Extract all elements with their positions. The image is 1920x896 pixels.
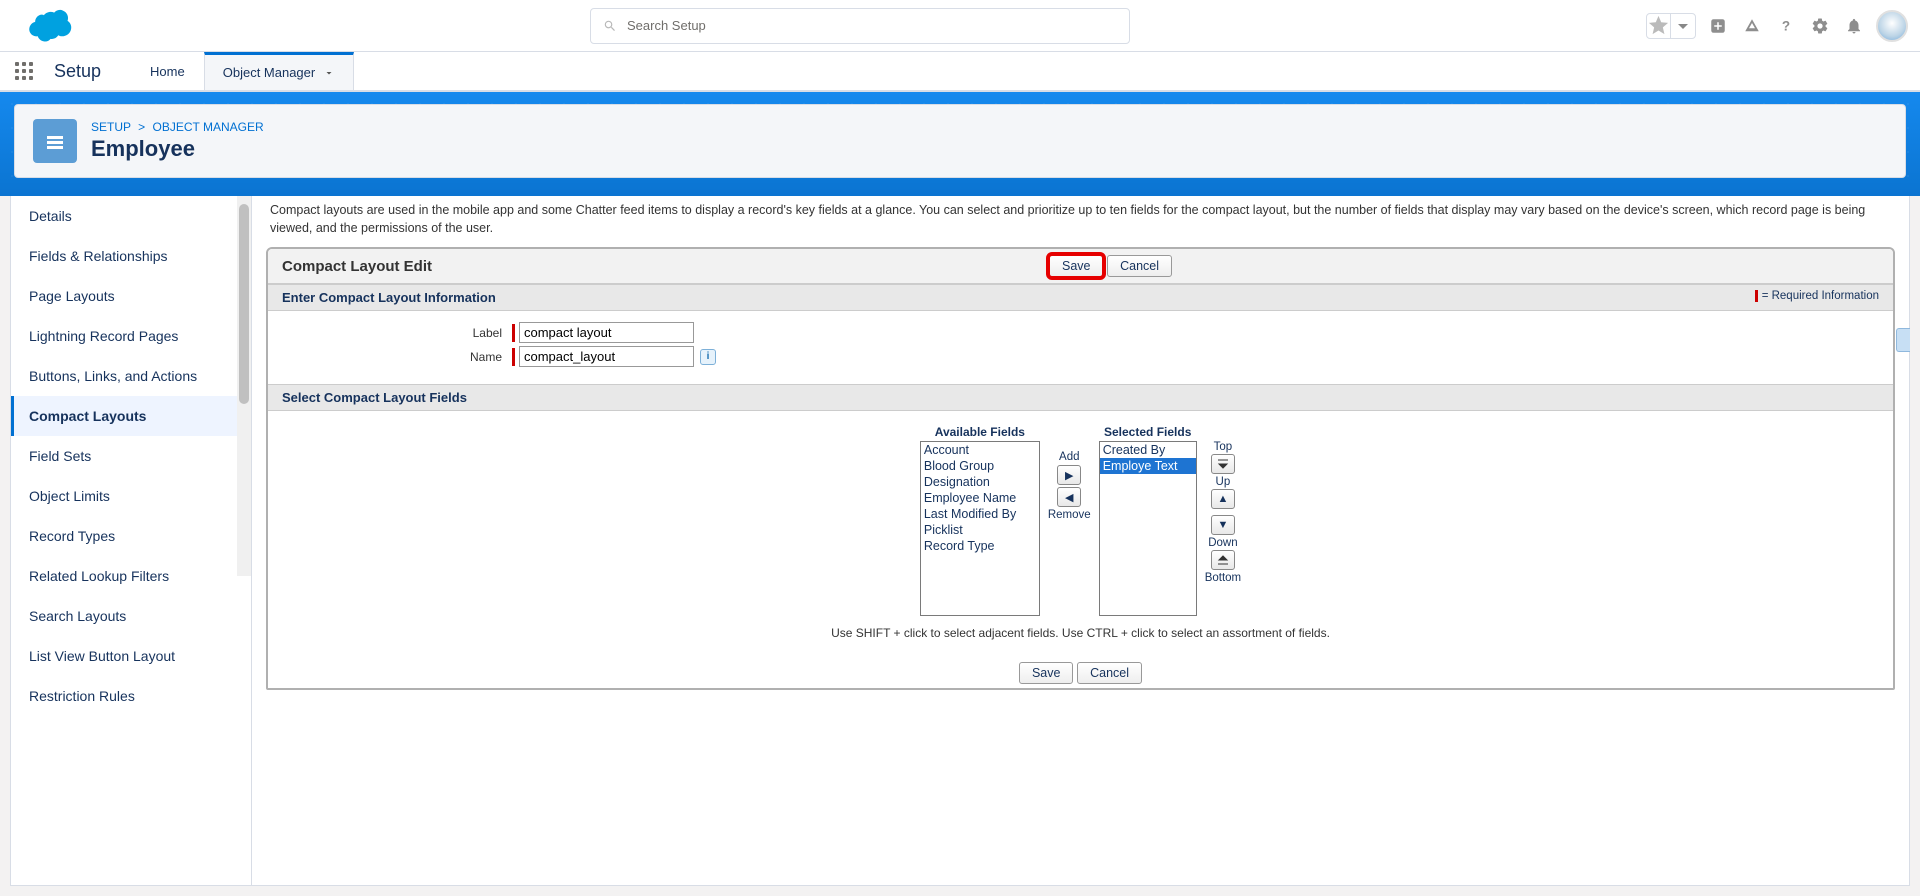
help-icon[interactable]: ? (1774, 14, 1798, 38)
add-button[interactable]: ▶ (1057, 465, 1081, 485)
save-button-bottom[interactable]: Save (1019, 662, 1074, 684)
nav-tab-object-manager[interactable]: Object Manager (204, 52, 355, 90)
section-info-header: Enter Compact Layout Information = Requi… (268, 284, 1893, 311)
cancel-button-bottom[interactable]: Cancel (1077, 662, 1142, 684)
required-indicator (512, 324, 515, 342)
top-button[interactable] (1211, 454, 1235, 474)
object-icon (33, 119, 77, 163)
sidebar-scrollbar[interactable] (237, 196, 251, 576)
label-input[interactable] (519, 322, 694, 343)
available-field[interactable]: Last Modified By (921, 506, 1039, 522)
available-field[interactable]: Account (921, 442, 1039, 458)
global-header: Search Setup ? (0, 0, 1920, 52)
selected-listbox[interactable]: Created ByEmploye Text (1099, 441, 1197, 616)
page-header-card: SETUP > OBJECT MANAGER Employee (14, 104, 1906, 178)
star-icon[interactable] (1647, 14, 1671, 38)
svg-text:?: ? (1782, 18, 1790, 33)
selected-label: Selected Fields (1104, 425, 1191, 439)
available-field[interactable]: Picklist (921, 522, 1039, 538)
bottom-buttons: Save Cancel (268, 654, 1893, 688)
info-icon[interactable]: i (700, 349, 716, 365)
down-label: Down (1208, 537, 1237, 549)
favorites-group[interactable] (1646, 13, 1696, 39)
bell-icon[interactable] (1842, 14, 1866, 38)
sidebar-item-fields[interactable]: Fields & Relationships (11, 236, 251, 276)
available-field[interactable]: Record Type (921, 538, 1039, 554)
chevron-down-icon[interactable] (1671, 14, 1695, 38)
sidebar-item-search-layouts[interactable]: Search Layouts (11, 596, 251, 636)
sidebar-item-record-types[interactable]: Record Types (11, 516, 251, 556)
gear-icon[interactable] (1808, 14, 1832, 38)
help-text: Compact layouts are used in the mobile a… (266, 200, 1895, 239)
add-label: Add (1059, 451, 1079, 463)
breadcrumb: SETUP > OBJECT MANAGER (91, 120, 264, 134)
sidebar-item-compact-layouts[interactable]: Compact Layouts (11, 396, 251, 436)
page-header-band: SETUP > OBJECT MANAGER Employee (0, 92, 1920, 196)
available-field[interactable]: Employee Name (921, 490, 1039, 506)
cancel-button-top[interactable]: Cancel (1107, 255, 1172, 277)
panel-header: Compact Layout Edit Save Cancel (268, 249, 1893, 284)
up-label: Up (1216, 476, 1231, 488)
sidebar-item-details[interactable]: Details (11, 196, 251, 236)
sidebar-item-lightning-pages[interactable]: Lightning Record Pages (11, 316, 251, 356)
label-label: Label (282, 326, 512, 340)
name-input[interactable] (519, 346, 694, 367)
compact-layout-panel: Compact Layout Edit Save Cancel Enter Co… (266, 247, 1895, 690)
fields-form: Available Fields AccountBlood GroupDesig… (268, 411, 1893, 654)
search-icon (603, 19, 617, 33)
sidebar: Details Fields & Relationships Page Layo… (10, 196, 252, 886)
sidebar-item-buttons[interactable]: Buttons, Links, and Actions (11, 356, 251, 396)
sidebar-item-list-view-button[interactable]: List View Button Layout (11, 636, 251, 676)
required-indicator (512, 348, 515, 366)
sidebar-item-page-layouts[interactable]: Page Layouts (11, 276, 251, 316)
sidebar-item-restriction-rules[interactable]: Restriction Rules (11, 676, 251, 716)
search-placeholder: Search Setup (627, 18, 706, 33)
sidebar-item-lookup-filters[interactable]: Related Lookup Filters (11, 556, 251, 596)
sidebar-item-object-limits[interactable]: Object Limits (11, 476, 251, 516)
salesforce-logo (22, 8, 74, 44)
trailhead-icon[interactable] (1740, 14, 1764, 38)
required-legend: = Required Information (1755, 290, 1879, 305)
global-search[interactable]: Search Setup (590, 8, 1130, 44)
down-button[interactable]: ▼ (1211, 515, 1235, 535)
sidebar-item-field-sets[interactable]: Field Sets (11, 436, 251, 476)
breadcrumb-object-manager[interactable]: OBJECT MANAGER (153, 120, 264, 134)
app-launcher-icon[interactable] (10, 57, 38, 85)
bottom-label: Bottom (1205, 572, 1241, 584)
nav-tabs: Home Object Manager (131, 52, 354, 90)
shift-click-hint: Use SHIFT + click to select adjacent fie… (282, 626, 1879, 640)
available-field[interactable]: Designation (921, 474, 1039, 490)
nav-tab-home[interactable]: Home (131, 52, 204, 90)
user-avatar[interactable] (1876, 10, 1908, 42)
search-wrapper: Search Setup (74, 8, 1646, 44)
app-name: Setup (54, 61, 101, 82)
selected-field[interactable]: Employe Text (1100, 458, 1196, 474)
header-utility-icons: ? (1646, 10, 1908, 42)
up-button[interactable]: ▲ (1211, 489, 1235, 509)
save-button-top[interactable]: Save (1049, 255, 1104, 277)
dual-listbox: Available Fields AccountBlood GroupDesig… (282, 425, 1879, 616)
side-handle[interactable] (1896, 328, 1910, 352)
context-bar: Setup Home Object Manager (0, 52, 1920, 92)
remove-button[interactable]: ◀ (1057, 487, 1081, 507)
name-label: Name (282, 350, 512, 364)
section-fields-header: Select Compact Layout Fields (268, 384, 1893, 411)
available-label: Available Fields (935, 425, 1025, 439)
breadcrumb-setup[interactable]: SETUP (91, 120, 131, 134)
remove-label: Remove (1048, 509, 1091, 521)
main-wrap: Details Fields & Relationships Page Layo… (0, 196, 1920, 896)
info-form: Label Name i (268, 311, 1893, 384)
chevron-down-icon (323, 67, 335, 79)
content-area: Compact layouts are used in the mobile a… (252, 196, 1910, 886)
top-label: Top (1214, 441, 1233, 453)
bottom-button[interactable] (1211, 550, 1235, 570)
available-listbox[interactable]: AccountBlood GroupDesignationEmployee Na… (920, 441, 1040, 616)
page-title: Employee (91, 136, 264, 162)
selected-field[interactable]: Created By (1100, 442, 1196, 458)
available-field[interactable]: Blood Group (921, 458, 1039, 474)
add-icon[interactable] (1706, 14, 1730, 38)
